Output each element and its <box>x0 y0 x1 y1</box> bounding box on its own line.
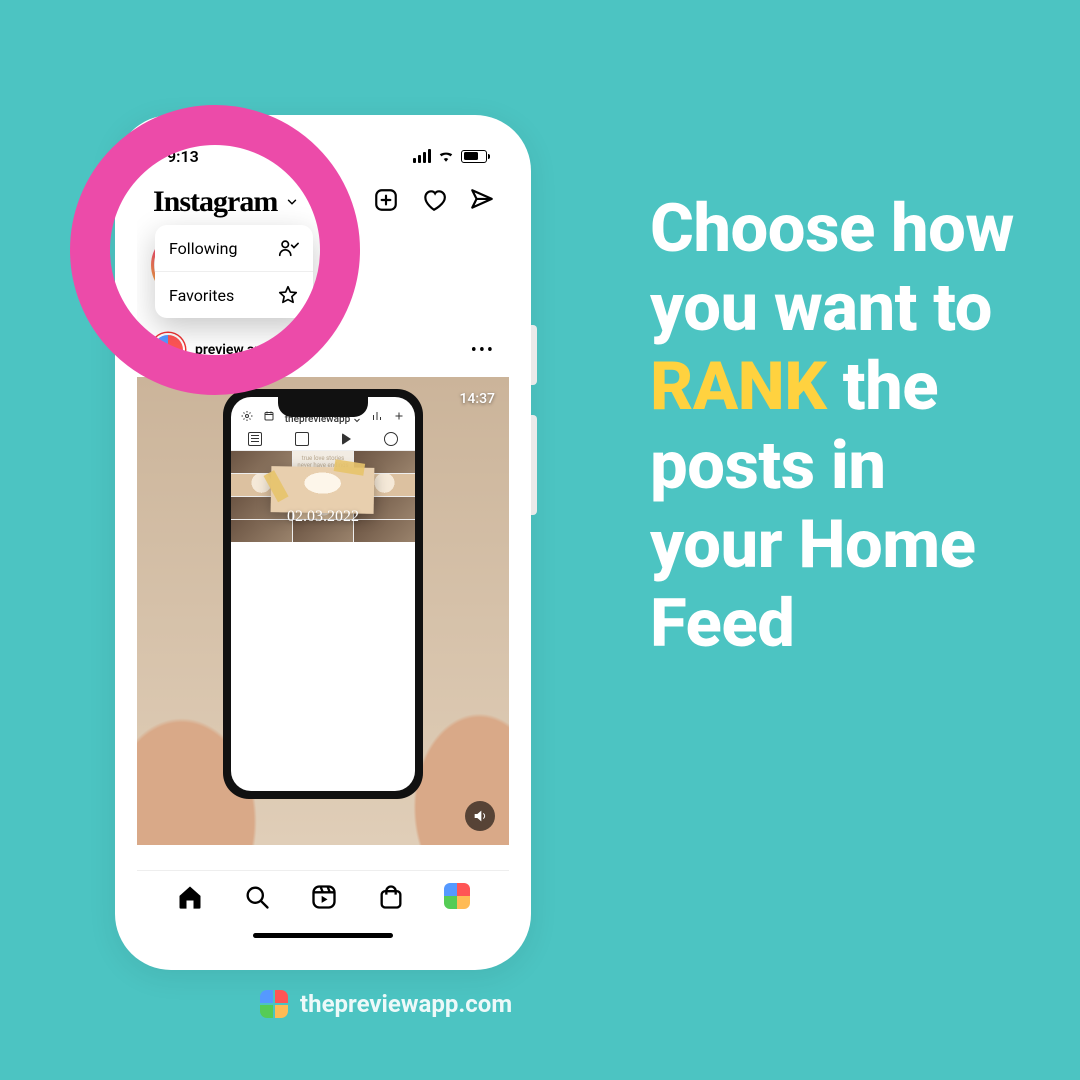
post-author-username[interactable]: preview.app <box>195 342 270 358</box>
cellular-icon <box>413 149 431 163</box>
status-right <box>413 147 487 166</box>
headline-accent: RANK <box>650 348 827 426</box>
chevron-down-icon <box>285 195 299 209</box>
plus-icon <box>393 410 405 425</box>
stats-icon <box>371 410 383 425</box>
headline-part1: Choose how you want to <box>650 190 1014 347</box>
inner-date-overlay: 02.03.2022 <box>231 508 415 526</box>
instagram-logo-dropdown[interactable]: Instagram <box>153 185 299 219</box>
brand-url: thepreviewapp.com <box>300 990 512 1018</box>
phone-side-button <box>531 325 537 385</box>
dropdown-item-label: Favorites <box>169 286 234 305</box>
dropdown-item-label: Following <box>169 239 237 258</box>
post-media[interactable]: 14:37 thepreviewapp <box>137 377 509 845</box>
brand-logo-icon <box>260 990 288 1018</box>
wifi-icon <box>437 147 455 166</box>
battery-icon <box>461 150 487 163</box>
headline: Choose how you want to RANK the posts in… <box>650 190 1030 664</box>
post-more-icon[interactable]: ••• <box>471 340 495 361</box>
reels-icon[interactable] <box>310 883 338 915</box>
footer-brand: thepreviewapp.com <box>260 990 512 1018</box>
activity-icon[interactable] <box>421 187 447 217</box>
instagram-logo-text: Instagram <box>153 185 277 219</box>
circle-icon <box>384 432 398 446</box>
mute-icon[interactable] <box>465 801 495 831</box>
inner-feed-grid: true love stories never have endings <box>231 451 415 542</box>
play-icon <box>342 433 351 445</box>
dropdown-item-following[interactable]: Following <box>155 225 313 271</box>
phone-mockup: 9:13 Instagram <box>115 115 531 970</box>
gear-icon <box>241 410 253 425</box>
statusbar: 9:13 <box>137 137 509 175</box>
inner-phone: thepreviewapp <box>223 389 423 799</box>
people-icon <box>277 237 299 259</box>
phone-side-button <box>531 415 537 515</box>
messenger-icon[interactable] <box>469 187 495 217</box>
status-time: 9:13 <box>167 147 199 166</box>
home-icon[interactable] <box>176 883 204 915</box>
profile-icon[interactable] <box>444 883 470 909</box>
post-author-avatar[interactable] <box>151 333 185 367</box>
instagram-header: Instagram <box>137 175 509 229</box>
grid-icon <box>248 432 262 446</box>
video-duration: 14:37 <box>459 391 495 407</box>
star-icon <box>277 284 299 306</box>
home-indicator <box>253 933 393 938</box>
header-actions <box>373 187 495 217</box>
dropdown-item-favorites[interactable]: Favorites <box>155 271 313 318</box>
feed-sort-dropdown: Following Favorites <box>155 225 313 318</box>
post-header: preview.app ••• <box>137 323 509 377</box>
phone-screen: 9:13 Instagram <box>137 137 509 948</box>
reels-icon <box>295 432 309 446</box>
inner-view-tabs <box>231 427 415 451</box>
new-post-icon[interactable] <box>373 187 399 217</box>
calendar-icon <box>263 410 275 425</box>
bottom-nav <box>137 870 509 948</box>
search-icon[interactable] <box>243 883 271 915</box>
shop-icon[interactable] <box>377 883 405 915</box>
